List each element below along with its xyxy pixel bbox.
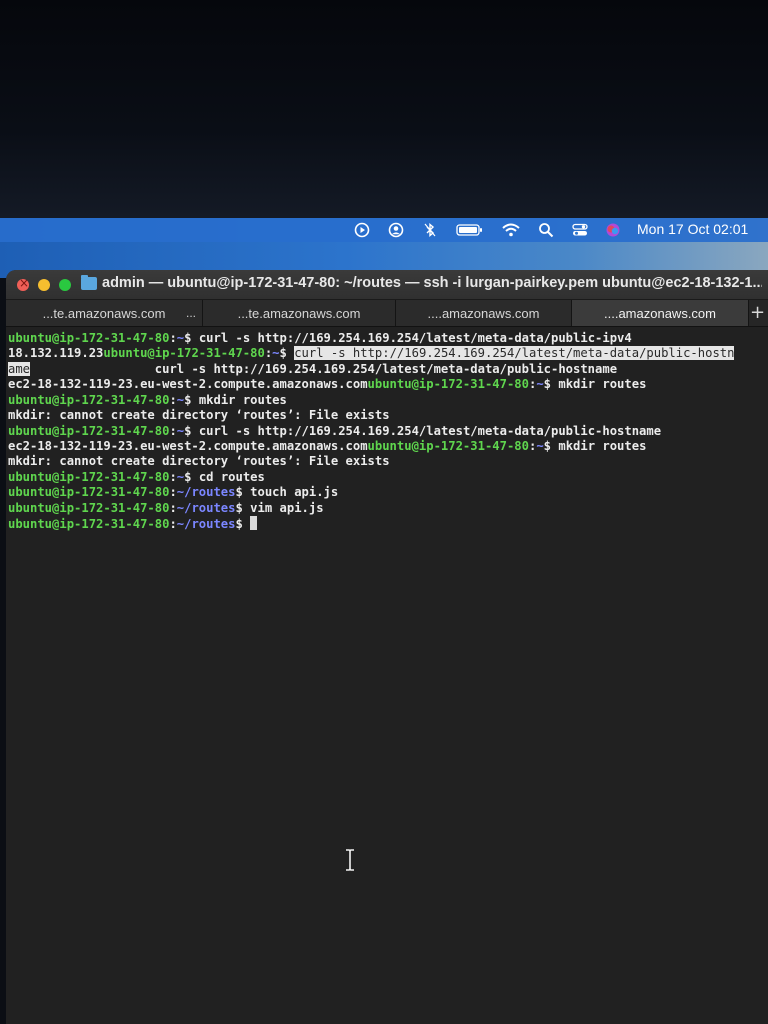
close-window-button[interactable] — [17, 276, 29, 291]
photo-background — [0, 0, 768, 218]
tab-label: ...te.amazonaws.com — [42, 305, 166, 321]
tab-4-active[interactable]: ....amazonaws.com — [572, 300, 749, 326]
search-icon[interactable] — [537, 221, 555, 239]
window-title: admin — ubuntu@ip-172-31-47-80: ~/routes… — [102, 275, 762, 291]
minimize-window-button[interactable] — [38, 279, 50, 291]
wifi-icon[interactable] — [501, 221, 521, 239]
tab-3[interactable]: ....amazonaws.com — [396, 300, 572, 326]
terminal-window: admin — ubuntu@ip-172-31-47-80: ~/routes… — [6, 270, 768, 1024]
terminal-line: ec2-18-132-119-23.eu-west-2.compute.amaz… — [8, 377, 647, 391]
tab-overflow-indicator[interactable]: ... — [186, 306, 196, 320]
tab-bar: ...te.amazonaws.com ... ...te.amazonaws.… — [6, 300, 768, 327]
tab-label: ...te.amazonaws.com — [237, 305, 361, 321]
menu-bar-clock[interactable]: Mon 17 Oct 02:01 — [637, 221, 748, 237]
text-selection[interactable]: curl -s http://169.254.169.254/latest/me… — [294, 346, 735, 360]
terminal-line: 18.132.119.23ubuntu@ip-172-31-47-80:~$ c… — [8, 346, 735, 360]
siri-icon[interactable] — [604, 221, 622, 239]
zoom-window-button[interactable] — [59, 279, 71, 291]
tab-1[interactable]: ...te.amazonaws.com ... — [6, 300, 203, 326]
new-tab-button[interactable]: + — [750, 302, 768, 324]
terminal-line: ubuntu@ip-172-31-47-80:~/routes$ touch a… — [8, 485, 339, 499]
battery-icon[interactable] — [455, 221, 485, 239]
terminal-line: ubuntu@ip-172-31-47-80:~$ mkdir routes — [8, 393, 287, 407]
terminal-line: ubuntu@ip-172-31-47-80:~$ curl -s http:/… — [8, 331, 632, 345]
terminal-line: ubuntu@ip-172-31-47-80:~$ curl -s http:/… — [8, 424, 662, 438]
control-center-icon[interactable] — [571, 221, 589, 239]
terminal-line: mkdir: cannot create directory ‘routes’:… — [8, 454, 390, 468]
text-selection[interactable]: ame — [8, 362, 31, 376]
play-circle-icon[interactable] — [353, 221, 371, 239]
tab-label: ....amazonaws.com — [427, 305, 540, 321]
text-cursor — [250, 516, 258, 530]
user-circle-icon[interactable] — [387, 221, 405, 239]
terminal-line-current: ubuntu@ip-172-31-47-80:~/routes$ — [8, 516, 258, 532]
tab-2[interactable]: ...te.amazonaws.com — [203, 300, 396, 326]
bluetooth-off-icon[interactable] — [421, 221, 439, 239]
folder-icon — [81, 275, 97, 290]
terminal-line: mkdir: cannot create directory ‘routes’:… — [8, 408, 390, 422]
title-bar[interactable]: admin — ubuntu@ip-172-31-47-80: ~/routes… — [6, 270, 768, 300]
terminal-output[interactable]: ubuntu@ip-172-31-47-80:~$ curl -s http:/… — [6, 327, 768, 1024]
terminal-line: ec2-18-132-119-23.eu-west-2.compute.amaz… — [8, 439, 647, 453]
ibeam-pointer-icon — [344, 849, 354, 871]
terminal-line: ubuntu@ip-172-31-47-80:~/routes$ vim api… — [8, 501, 324, 515]
terminal-line: ubuntu@ip-172-31-47-80:~$ cd routes — [8, 470, 265, 484]
tab-label: ....amazonaws.com — [604, 305, 716, 321]
menu-bar: Mon 17 Oct 02:01 — [0, 218, 768, 242]
terminal-line: ame curl -s http://169.254.169.254/lates… — [8, 362, 618, 376]
